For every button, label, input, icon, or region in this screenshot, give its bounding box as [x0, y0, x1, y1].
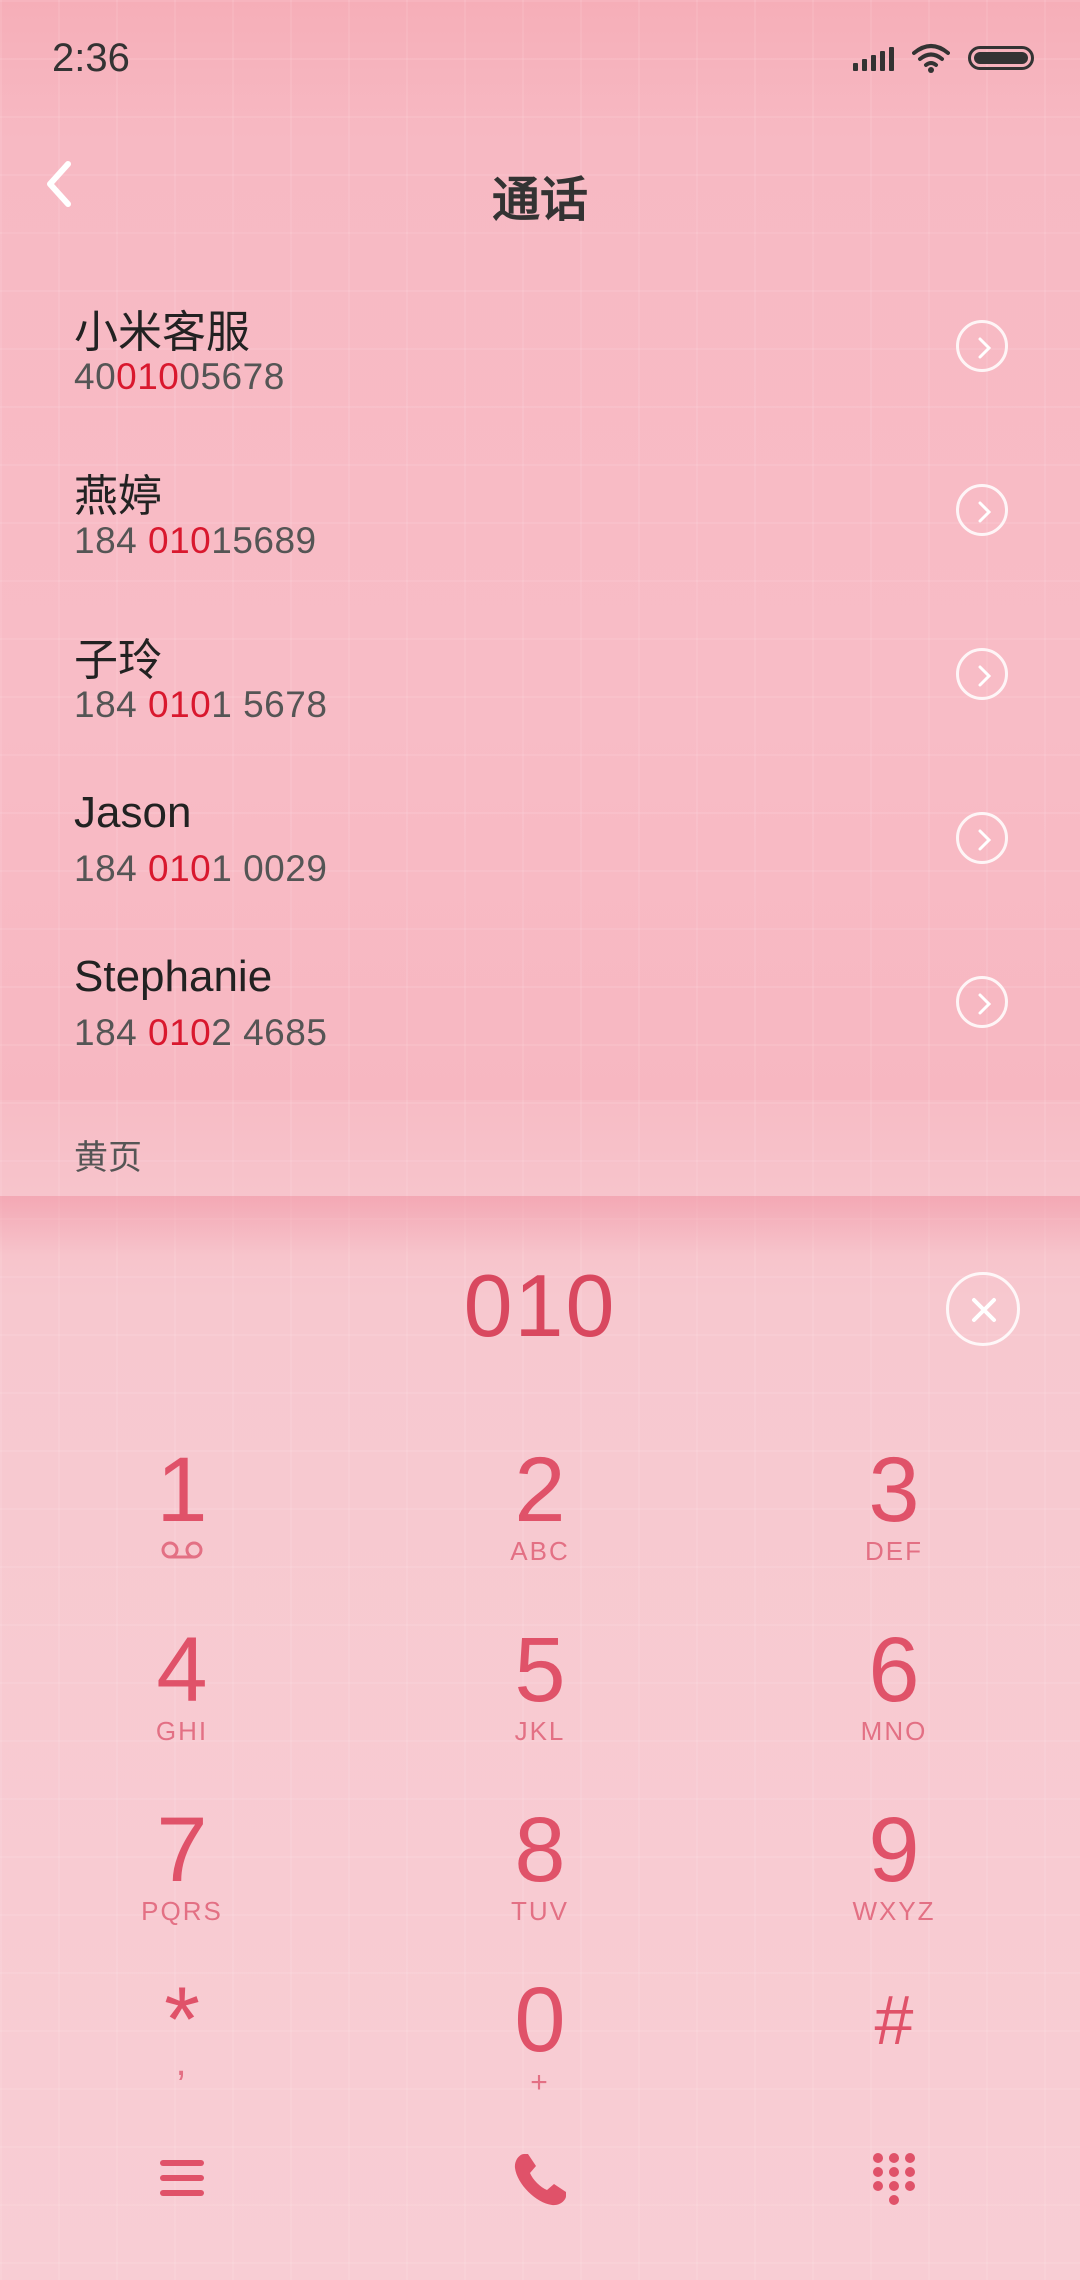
key-digit: 3: [868, 1439, 920, 1541]
key-letters: ABC: [510, 1536, 570, 1566]
yellow-pages-label: 黄页: [74, 1139, 142, 1177]
contact-detail-button[interactable]: [956, 976, 1008, 1028]
chevron-right-circle-icon: [978, 829, 992, 851]
contact-number: 4001005678: [74, 356, 285, 397]
wifi-icon: [912, 44, 950, 73]
contact-detail-button[interactable]: [956, 320, 1008, 372]
key-3[interactable]: 3 DEF: [784, 1440, 1004, 1600]
contact-detail-button[interactable]: [956, 648, 1008, 700]
key-2[interactable]: 2 ABC: [430, 1440, 650, 1600]
key-letters: DEF: [865, 1536, 923, 1566]
key-digit: 4: [156, 1619, 208, 1721]
contact-number: 184 0102 4685: [74, 1012, 328, 1053]
contact-name: Stephanie: [74, 952, 273, 1001]
key-0[interactable]: 0 +: [430, 1970, 650, 2130]
bottom-bar: [0, 2130, 1080, 2240]
contact-list: 小米客服 4001005678 燕婷 184 01015689 子玲 184 0…: [0, 270, 1080, 1090]
key-digit: 0: [514, 1969, 566, 2071]
chevron-right-circle-icon: [978, 665, 992, 687]
key-letters: +: [530, 2066, 550, 2099]
contact-name: 小米客服: [74, 308, 250, 357]
key-letters: PQRS: [141, 1896, 223, 1926]
key-digit: 2: [514, 1439, 566, 1541]
contact-item[interactable]: 小米客服 4001005678: [0, 270, 1080, 434]
key-5[interactable]: 5 JKL: [430, 1620, 650, 1780]
divider: [0, 1196, 1080, 1256]
status-icons: [853, 40, 1034, 76]
key-4[interactable]: 4 GHI: [72, 1620, 292, 1780]
key-star[interactable]: * ,: [72, 1970, 292, 2130]
number-match: 010: [148, 520, 212, 561]
key-9[interactable]: 9 WXYZ: [784, 1800, 1004, 1960]
dial-input[interactable]: 010: [0, 1255, 1080, 1357]
number-match: 010: [116, 356, 180, 397]
key-letters: JKL: [514, 1716, 566, 1746]
key-8[interactable]: 8 TUV: [430, 1800, 650, 1960]
dialpad-icon: [873, 2153, 915, 2205]
contact-name: 燕婷: [74, 472, 162, 521]
chevron-right-circle-icon: [978, 337, 992, 359]
number-match: 010: [148, 1012, 212, 1053]
menu-button[interactable]: [160, 2158, 204, 2203]
contact-number: 184 01015689: [74, 520, 317, 561]
chevron-right-circle-icon: [978, 993, 992, 1015]
key-letters: WXYZ: [852, 1896, 936, 1926]
contact-name: Jason: [74, 788, 192, 837]
yellow-pages-item[interactable]: 黄页: [0, 1100, 1080, 1196]
contact-name: 子玲: [74, 636, 162, 685]
contact-item[interactable]: Stephanie 184 0102 4685: [0, 926, 1080, 1090]
dialpad-toggle-button[interactable]: [870, 2150, 918, 2213]
voicemail-icon: [161, 1541, 203, 1559]
key-digit: 7: [156, 1799, 208, 1901]
contact-number: 184 0101 0029: [74, 848, 328, 889]
key-1[interactable]: 1: [72, 1440, 292, 1600]
close-circle-icon: [972, 1298, 996, 1322]
phone-icon: [514, 2154, 566, 2206]
status-time: 2:36: [52, 36, 130, 80]
contact-item[interactable]: 子玲 184 0101 5678: [0, 598, 1080, 762]
page-title: 通话: [491, 174, 588, 227]
number-match: 010: [148, 848, 212, 889]
battery-icon: [968, 46, 1034, 70]
key-letters: TUV: [511, 1896, 569, 1926]
number-match: 010: [148, 684, 212, 725]
contact-item[interactable]: 燕婷 184 01015689: [0, 434, 1080, 598]
key-letters: MNO: [860, 1716, 928, 1746]
key-hash[interactable]: #: [784, 1970, 1004, 2130]
key-letters: ,: [175, 2040, 189, 2084]
status-bar: 2:36: [0, 0, 1080, 120]
key-digit: 8: [514, 1799, 566, 1901]
clear-button[interactable]: [946, 1272, 1020, 1346]
contact-detail-button[interactable]: [956, 812, 1008, 864]
contact-item[interactable]: Jason 184 0101 0029: [0, 762, 1080, 926]
key-digit: 1: [156, 1439, 208, 1541]
chevron-right-circle-icon: [978, 501, 992, 523]
key-7[interactable]: 7 PQRS: [72, 1800, 292, 1960]
key-digit: #: [874, 1981, 914, 2059]
call-button[interactable]: [510, 2150, 570, 2215]
signal-icon: [853, 45, 894, 71]
key-digit: 9: [868, 1799, 920, 1901]
key-digit: 5: [514, 1619, 566, 1721]
menu-icon: [160, 2160, 204, 2196]
key-letters: GHI: [155, 1716, 209, 1746]
key-digit: 6: [868, 1619, 920, 1721]
contact-detail-button[interactable]: [956, 484, 1008, 536]
contact-number: 184 0101 5678: [74, 684, 328, 725]
key-6[interactable]: 6 MNO: [784, 1620, 1004, 1780]
